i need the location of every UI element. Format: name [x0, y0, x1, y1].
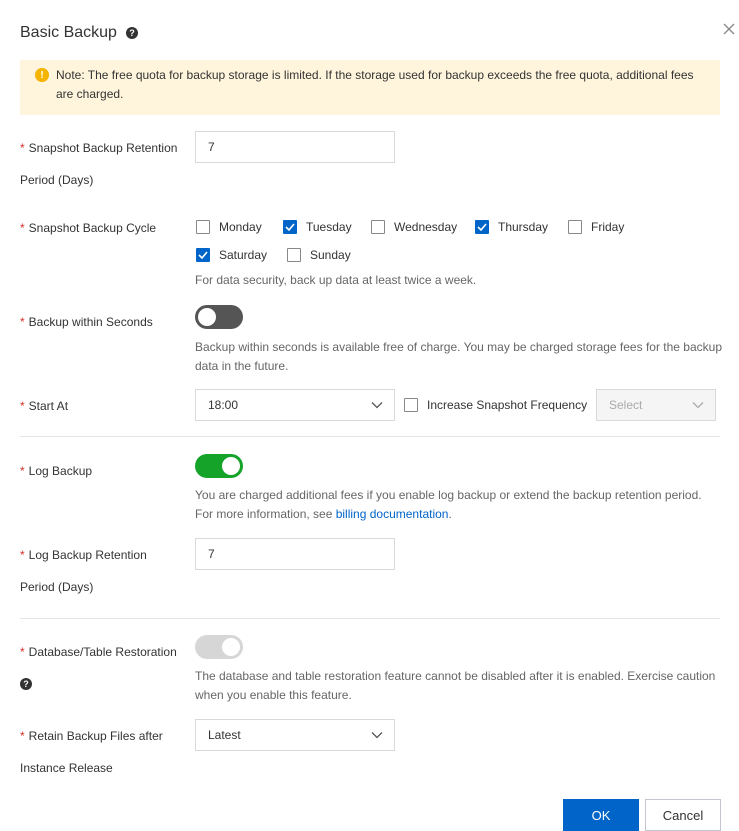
snapshot-cycle-label: * Snapshot Backup Cycle [20, 221, 157, 235]
check-icon [477, 223, 487, 231]
checkbox-saturday[interactable]: Saturday [196, 248, 267, 262]
backup-within-seconds-label: * Backup within Seconds [20, 315, 153, 329]
checkbox-wednesday[interactable]: Wednesday [371, 220, 457, 234]
retain-backup-label: * Retain Backup Files after [20, 729, 163, 743]
log-retention-label-line2: Period (Days) [20, 580, 94, 594]
increase-snapshot-frequency-checkbox[interactable]: Increase Snapshot Frequency [404, 398, 587, 412]
log-retention-label: * Log Backup Retention [20, 548, 147, 562]
start-at-select[interactable]: 18:00 [195, 389, 395, 421]
section-divider [20, 436, 720, 437]
chevron-down-icon [371, 732, 383, 739]
checkbox-box[interactable] [283, 220, 297, 234]
help-icon[interactable]: ? [125, 27, 138, 39]
chevron-down-icon [692, 402, 704, 409]
quota-note-text: Note: The free quota for backup storage … [56, 68, 694, 101]
log-backup-toggle[interactable] [195, 454, 243, 478]
snapshot-retention-label: * Snapshot Backup Retention [20, 141, 178, 155]
checkbox-tuesday[interactable]: Tuesday [283, 220, 352, 234]
checkbox-box[interactable] [371, 220, 385, 234]
dialog-title: Basic Backup ? [20, 24, 138, 42]
close-icon[interactable] [722, 22, 736, 36]
snapshot-cycle-hint: For data security, back up data at least… [195, 273, 477, 287]
backup-within-seconds-hint: Backup within seconds is available free … [195, 340, 722, 373]
quota-note: ! Note: The free quota for backup storag… [20, 60, 720, 115]
checkbox-monday[interactable]: Monday [196, 220, 262, 234]
backup-within-seconds-toggle[interactable] [195, 305, 243, 329]
start-at-label: * Start At [20, 399, 69, 413]
cancel-button[interactable]: Cancel [645, 799, 721, 831]
toggle-knob [222, 457, 240, 475]
checkbox-friday[interactable]: Friday [568, 220, 624, 234]
snapshot-retention-input[interactable]: 7 [195, 131, 395, 163]
section-divider [20, 618, 720, 619]
snapshot-retention-label-line2: Period (Days) [20, 173, 94, 187]
help-icon[interactable]: ? [20, 678, 32, 690]
dialog-title-text: Basic Backup [20, 24, 117, 41]
chevron-down-icon [371, 402, 383, 409]
db-restoration-label: * Database/Table Restoration [20, 645, 177, 659]
ok-button[interactable]: OK [563, 799, 639, 831]
retain-backup-select[interactable]: Latest [195, 719, 395, 751]
checkbox-box[interactable] [196, 220, 210, 234]
check-icon [285, 223, 295, 231]
checkbox-thursday[interactable]: Thursday [475, 220, 548, 234]
check-icon [198, 251, 208, 259]
toggle-knob [222, 638, 240, 656]
checkbox-box[interactable] [568, 220, 582, 234]
checkbox-box[interactable] [475, 220, 489, 234]
frequency-select[interactable]: Select [596, 389, 716, 421]
log-retention-input[interactable]: 7 [195, 538, 395, 570]
checkbox-sunday[interactable]: Sunday [287, 248, 351, 262]
checkbox-box[interactable] [404, 398, 418, 412]
log-backup-hint: You are charged additional fees if you e… [195, 488, 702, 521]
toggle-knob [198, 308, 216, 326]
basic-backup-dialog: Basic Backup ? ! Note: The free quota fo… [0, 0, 739, 831]
log-backup-label: * Log Backup [20, 464, 93, 478]
db-restoration-toggle[interactable] [195, 635, 243, 659]
warning-icon: ! [35, 68, 49, 82]
db-restoration-hint: The database and table restoration featu… [195, 669, 716, 702]
checkbox-box[interactable] [196, 248, 210, 262]
billing-documentation-link[interactable]: billing documentation [336, 507, 449, 521]
checkbox-box[interactable] [287, 248, 301, 262]
retain-backup-label-line2: Instance Release [20, 761, 113, 775]
